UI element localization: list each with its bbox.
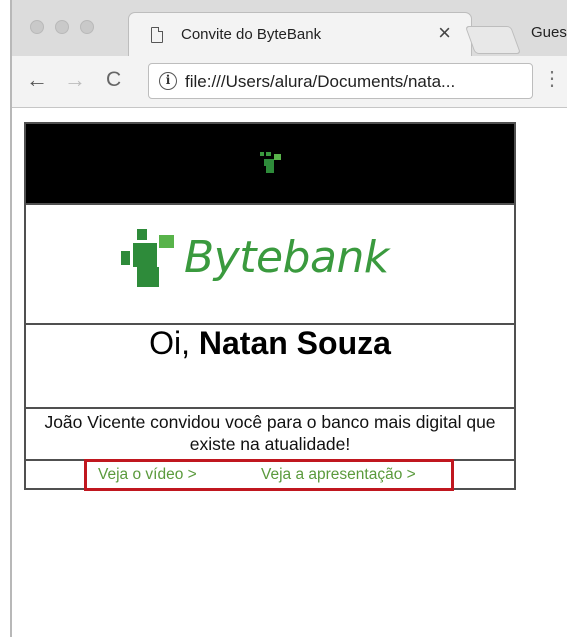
tab-strip: Convite do ByteBank × Guest: [12, 0, 567, 56]
reload-icon[interactable]: C: [106, 68, 121, 92]
url-text[interactable]: file:///Users/alura/Documents/nata...: [185, 72, 455, 92]
profile-label[interactable]: Guest: [531, 24, 567, 41]
page-icon: [151, 27, 163, 43]
brand-wordmark: Bytebank: [184, 232, 389, 283]
more-menu-icon[interactable]: ⋮: [542, 68, 562, 90]
close-window-button[interactable]: [30, 20, 44, 34]
address-bar[interactable]: i file:///Users/alura/Documents/nata...: [148, 63, 533, 99]
greeting-prefix: Oi,: [149, 325, 199, 361]
browser-toolbar: ← → C i file:///Users/alura/Documents/na…: [12, 56, 567, 108]
logo-section: Bytebank: [26, 203, 514, 323]
maximize-window-button[interactable]: [80, 20, 94, 34]
minimize-window-button[interactable]: [55, 20, 69, 34]
tab-title: Convite do ByteBank: [181, 26, 322, 43]
links-section: Veja o vídeo > Veja a apresentação >: [26, 459, 514, 491]
email-header: [26, 124, 514, 203]
invite-message: João Vicente convidou você para o banco …: [44, 412, 496, 454]
recipient-name: Natan Souza: [198, 325, 391, 361]
email-invitation: Bytebank Oi, Natan Souza João Vicente co…: [24, 122, 516, 491]
info-icon[interactable]: i: [159, 72, 177, 90]
bytebank-mark-icon: [260, 152, 281, 173]
new-tab-button[interactable]: [464, 26, 522, 54]
links-highlight-box: Veja o vídeo > Veja a apresentação >: [84, 459, 454, 491]
greeting-section: Oi, Natan Souza: [26, 323, 514, 407]
view-presentation-link[interactable]: Veja a apresentação >: [261, 466, 416, 484]
watch-video-link[interactable]: Veja o vídeo >: [98, 466, 197, 484]
message-section: João Vicente convidou você para o banco …: [26, 407, 514, 459]
bytebank-logo-icon: [121, 229, 174, 287]
back-arrow-icon[interactable]: ←: [26, 68, 48, 92]
forward-arrow-icon[interactable]: →: [64, 68, 86, 92]
close-icon[interactable]: ×: [438, 22, 451, 44]
greeting: Oi, Natan Souza: [26, 325, 514, 362]
tab-convite-bytebank[interactable]: Convite do ByteBank ×: [128, 12, 472, 56]
